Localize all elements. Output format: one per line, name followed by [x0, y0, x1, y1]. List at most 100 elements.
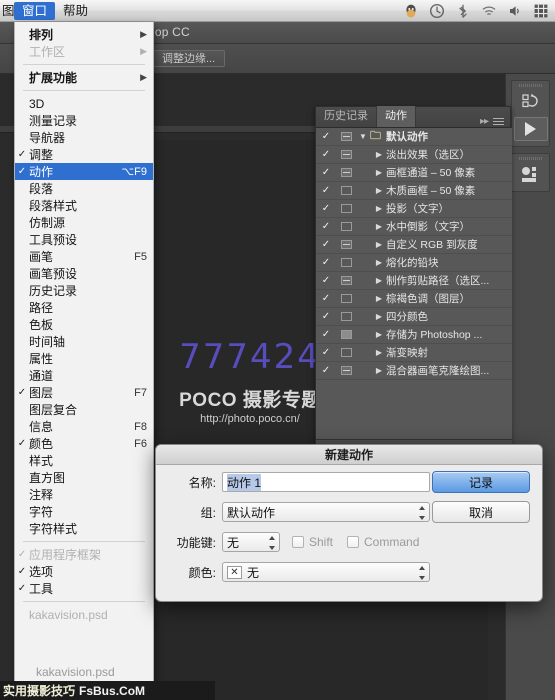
wifi-icon[interactable] [481, 3, 497, 19]
window-menu-item[interactable]: 历史记录 [15, 282, 153, 299]
color-select[interactable]: ✕ 无 [222, 562, 430, 582]
window-menu-item[interactable]: 色板 [15, 316, 153, 333]
action-row[interactable]: ✓▶画框通道 – 50 像素 [316, 164, 512, 182]
chevron-right-icon[interactable]: ▶ [372, 186, 386, 195]
chevron-right-icon[interactable]: ▶ [372, 276, 386, 285]
action-enabled-checkbox[interactable]: ✓ [316, 221, 336, 232]
refine-edge-button[interactable]: 调整边缘... [152, 50, 225, 67]
action-row[interactable]: ✓▶制作剪贴路径（选区... [316, 272, 512, 290]
action-enabled-checkbox[interactable]: ✓ [316, 203, 336, 214]
dialog-toggle-icon[interactable] [336, 348, 356, 357]
action-enabled-checkbox[interactable]: ✓ [316, 365, 336, 376]
window-menu-item[interactable]: 图层复合 [15, 401, 153, 418]
chevron-right-icon[interactable]: ▶ [372, 258, 386, 267]
menubar-item-clipped[interactable]: 图 [0, 2, 14, 20]
dialog-toggle-icon[interactable] [336, 294, 356, 303]
action-enabled-checkbox[interactable]: ✓ [316, 257, 336, 268]
window-menu-item[interactable]: 属性 [15, 350, 153, 367]
action-enabled-checkbox[interactable]: ✓ [316, 347, 336, 358]
window-menu-item[interactable]: ✓动作⌥F9 [15, 163, 153, 180]
action-row[interactable]: ✓▶水中倒影（文字） [316, 218, 512, 236]
window-menu-item[interactable]: 路径 [15, 299, 153, 316]
input-method-icon[interactable] [533, 3, 549, 19]
action-row[interactable]: ✓▶自定义 RGB 到灰度 [316, 236, 512, 254]
window-menu-item[interactable]: 画笔预设 [15, 265, 153, 282]
actions-play-icon[interactable] [514, 117, 548, 141]
menubar-item-help[interactable]: 帮助 [55, 2, 96, 20]
chevron-down-icon[interactable]: ▼ [356, 132, 370, 141]
window-menu-item[interactable]: 仿制源 [15, 214, 153, 231]
time-machine-icon[interactable] [429, 3, 445, 19]
tab-actions[interactable]: 动作 [377, 106, 416, 127]
qq-icon[interactable] [403, 3, 419, 19]
action-enabled-checkbox[interactable]: ✓ [316, 329, 336, 340]
chevron-right-icon[interactable]: ▶ [372, 240, 386, 249]
window-menu-item[interactable]: ✓工具 [15, 580, 153, 597]
window-menu-item[interactable]: 画笔F5 [15, 248, 153, 265]
actions-list[interactable]: ✓▼🗀默认动作✓▶淡出效果（选区）✓▶画框通道 – 50 像素✓▶木质画框 – … [316, 128, 512, 441]
shift-checkbox[interactable]: Shift [292, 535, 333, 549]
cancel-button[interactable]: 取消 [432, 501, 530, 523]
dock-group-history-actions[interactable] [511, 80, 550, 147]
window-menu-item[interactable]: 字符样式 [15, 520, 153, 537]
chevron-right-icon[interactable]: ▶ [372, 294, 386, 303]
command-checkbox[interactable]: Command [347, 535, 419, 549]
chevron-right-icon[interactable]: ▶ [372, 222, 386, 231]
action-row[interactable]: ✓▶混合器画笔克隆绘图... [316, 362, 512, 380]
window-menu-item[interactable]: ✓调整 [15, 146, 153, 163]
window-menu-item[interactable]: ✓选项 [15, 563, 153, 580]
action-enabled-checkbox[interactable]: ✓ [316, 131, 336, 142]
dialog-toggle-icon[interactable] [336, 240, 356, 249]
dialog-toggle-icon[interactable] [336, 132, 356, 141]
action-row[interactable]: ✓▶渐变映射 [316, 344, 512, 362]
panel-menu-icon[interactable] [493, 116, 504, 127]
dialog-toggle-icon[interactable] [336, 330, 356, 339]
window-menu-item[interactable]: 注释 [15, 486, 153, 503]
action-row[interactable]: ✓▶熔化的铅块 [316, 254, 512, 272]
dialog-toggle-icon[interactable] [336, 186, 356, 195]
window-menu-item[interactable]: 工具预设 [15, 231, 153, 248]
dialog-toggle-icon[interactable] [336, 312, 356, 321]
window-menu-item[interactable]: 段落样式 [15, 197, 153, 214]
dialog-toggle-icon[interactable] [336, 366, 356, 375]
actions-panel[interactable]: 历史记录 动作 ▸▸ ✓▼🗀默认动作✓▶淡出效果（选区）✓▶画框通道 – 50 … [315, 106, 511, 466]
chevron-right-icon[interactable]: ▶ [372, 150, 386, 159]
window-menu-item[interactable]: 3D [15, 95, 153, 112]
action-set-row[interactable]: ✓▼🗀默认动作 [316, 128, 512, 146]
dialog-toggle-icon[interactable] [336, 276, 356, 285]
window-menu-dropdown[interactable]: 排列▶工作区▶扩展功能▶3D测量记录导航器✓调整✓动作⌥F9段落段落样式仿制源工… [14, 22, 154, 692]
action-name-input[interactable]: 动作 1 [222, 472, 430, 492]
chevron-right-icon[interactable]: ▶ [372, 366, 386, 375]
volume-icon[interactable] [507, 3, 523, 19]
dialog-toggle-icon[interactable] [336, 150, 356, 159]
window-menu-item[interactable]: 样式 [15, 452, 153, 469]
action-enabled-checkbox[interactable]: ✓ [316, 311, 336, 322]
dock-grip[interactable] [519, 84, 543, 87]
chevron-right-icon[interactable]: ▶ [372, 330, 386, 339]
bluetooth-icon[interactable] [455, 3, 471, 19]
window-menu-item[interactable]: ✓颜色F6 [15, 435, 153, 452]
function-key-select[interactable]: 无 [222, 532, 280, 552]
window-menu-item[interactable]: 字符 [15, 503, 153, 520]
action-row[interactable]: ✓▶四分颜色 [316, 308, 512, 326]
action-enabled-checkbox[interactable]: ✓ [316, 293, 336, 304]
dock-group-adjustments[interactable] [511, 153, 550, 192]
collapse-panel-icon[interactable]: ▸▸ [480, 116, 488, 127]
action-enabled-checkbox[interactable]: ✓ [316, 149, 336, 160]
record-button[interactable]: 记录 [432, 471, 530, 493]
dialog-toggle-icon[interactable] [336, 168, 356, 177]
tab-history[interactable]: 历史记录 [316, 106, 377, 127]
action-row[interactable]: ✓▶存储为 Photoshop ... [316, 326, 512, 344]
chevron-right-icon[interactable]: ▶ [372, 204, 386, 213]
action-set-select[interactable]: 默认动作 [222, 502, 430, 522]
window-menu-item[interactable]: 直方图 [15, 469, 153, 486]
adjustments-icon[interactable] [518, 164, 544, 186]
menubar-item-window[interactable]: 窗口 [14, 2, 55, 20]
action-enabled-checkbox[interactable]: ✓ [316, 185, 336, 196]
stepper-icon[interactable] [418, 506, 425, 520]
window-menu-item[interactable]: 扩展功能▶ [15, 69, 153, 86]
action-row[interactable]: ✓▶木质画框 – 50 像素 [316, 182, 512, 200]
stepper-icon[interactable] [418, 566, 425, 580]
action-row[interactable]: ✓▶投影（文字） [316, 200, 512, 218]
chevron-right-icon[interactable]: ▶ [372, 348, 386, 357]
